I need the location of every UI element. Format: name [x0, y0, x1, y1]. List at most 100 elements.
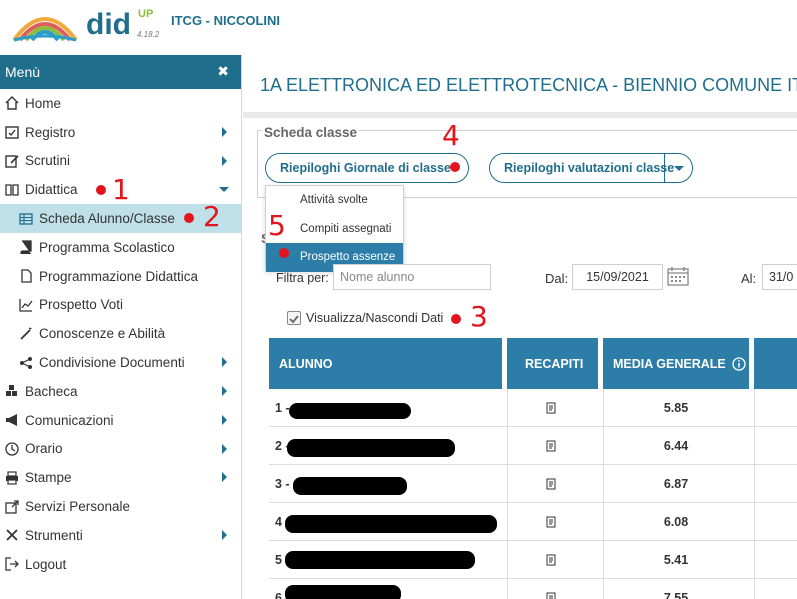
sidebar-item-registro[interactable]: Registro: [0, 118, 241, 147]
chevron-right-icon: [222, 443, 227, 454]
annotation-number-1: 1: [112, 173, 130, 206]
annotation-dot: [450, 162, 460, 172]
header-divider: [749, 338, 754, 389]
external-link-icon: [4, 499, 20, 515]
magic-wand-icon: [18, 326, 34, 342]
sidebar-item-label: Comunicazioni: [25, 412, 114, 428]
sidebar-item-home[interactable]: Home: [0, 89, 241, 118]
chevron-right-icon: [222, 529, 227, 540]
sidebar-item-condivisione-documenti[interactable]: Condivisione Documenti: [0, 348, 241, 377]
annotation-dot: [96, 185, 106, 195]
student-name-input[interactable]: [333, 264, 491, 290]
sidebar-item-stampe[interactable]: Stampe: [0, 463, 241, 492]
sidebar-item-label: Home: [25, 95, 62, 111]
dropdown-toggle[interactable]: [664, 154, 692, 182]
cell-divider: [754, 579, 755, 599]
annotation-number-3: 3: [470, 300, 488, 333]
sidebar-item-scrutini[interactable]: Scrutini: [0, 147, 241, 176]
sidebar-item-label: Programmazione Didattica: [39, 268, 199, 284]
sidebar-item-conoscenze-abilita[interactable]: Conoscenze e Abilità: [0, 319, 241, 348]
sidebar-item-servizi-personale[interactable]: Servizi Personale: [0, 492, 241, 521]
tools-icon: [4, 527, 20, 543]
table-row[interactable]: 2 - 6.44: [269, 427, 797, 465]
riepiloghi-valutazioni-button[interactable]: Riepiloghi valutazioni classe: [489, 153, 693, 183]
al-date-input[interactable]: 31/0: [762, 264, 797, 290]
cell-divider: [603, 579, 604, 599]
dropdown-item-compiti-assegnati[interactable]: Compiti assegnati: [266, 215, 403, 244]
cell-divider: [603, 389, 604, 427]
table-row[interactable]: 4 - 6.08: [269, 503, 797, 541]
table-row[interactable]: 1 - 5.85: [269, 389, 797, 427]
cell-divider: [507, 579, 508, 599]
sidebar-item-label: Strumenti: [25, 527, 83, 543]
annotation-dot: [279, 248, 289, 258]
calendar-icon[interactable]: [667, 266, 689, 291]
contacts-icon[interactable]: [546, 516, 556, 528]
calendar-check-icon: [4, 124, 20, 140]
info-icon[interactable]: [732, 357, 746, 374]
contacts-icon[interactable]: [546, 478, 556, 490]
sidebar: Menù ✖ Home Registro Scrutini Didattica …: [0, 55, 242, 599]
cell-divider: [754, 389, 755, 427]
riepiloghi-giornale-button[interactable]: Riepiloghi Giornale di classe: [265, 153, 469, 183]
col-header-recapiti[interactable]: RECAPITI: [525, 338, 583, 389]
home-icon: [4, 95, 20, 111]
sidebar-item-strumenti[interactable]: Strumenti: [0, 521, 241, 550]
row-number: 3 -: [275, 477, 290, 491]
contacts-icon[interactable]: [546, 402, 556, 414]
contacts-icon[interactable]: [546, 554, 556, 566]
dal-date-input[interactable]: 15/09/2021: [572, 264, 663, 290]
edit-icon: [4, 153, 20, 169]
cell-divider: [507, 503, 508, 541]
button-label: Riepiloghi Giornale di classe: [280, 161, 451, 175]
sidebar-item-label: Logout: [25, 556, 67, 572]
cell-divider: [603, 541, 604, 579]
chevron-right-icon: [222, 126, 227, 137]
contacts-icon[interactable]: [546, 440, 556, 452]
sidebar-item-label: Conoscenze e Abilità: [39, 326, 166, 342]
col-header-media-generale[interactable]: MEDIA GENERALE: [613, 338, 726, 389]
sidebar-item-programma-scolastico[interactable]: Programma Scolastico: [0, 233, 241, 262]
table-row[interactable]: 3 - 6.87: [269, 465, 797, 503]
sidebar-item-prospetto-voti[interactable]: Prospetto Voti: [0, 291, 241, 320]
checkmark-icon: [289, 315, 299, 324]
sidebar-item-comunicazioni[interactable]: Comunicazioni: [0, 406, 241, 435]
redacted-name: [285, 551, 475, 569]
button-label: Riepiloghi valutazioni classe: [504, 161, 675, 175]
app-brand: did: [86, 8, 131, 41]
close-menu-icon[interactable]: ✖: [217, 63, 229, 80]
chevron-right-icon: [222, 472, 227, 483]
table-header: ALUNNO RECAPITI MEDIA GENERALE: [269, 338, 797, 389]
fieldset-legend: Scheda classe: [262, 125, 360, 140]
redacted-name: [285, 515, 497, 533]
sidebar-item-bacheca[interactable]: Bacheca: [0, 377, 241, 406]
sidebar-item-orario[interactable]: Orario: [0, 435, 241, 464]
cell-divider: [507, 427, 508, 465]
redacted-name: [289, 403, 411, 419]
cell-divider: [603, 503, 604, 541]
table-row[interactable]: 5 - 5.41: [269, 541, 797, 579]
cell-divider: [754, 503, 755, 541]
dropdown-item-attivita-svolte[interactable]: Attività svolte: [266, 186, 403, 215]
sidebar-item-label: Stampe: [25, 470, 72, 486]
annotation-dot: [451, 314, 461, 324]
cell-divider: [754, 465, 755, 503]
students-table: ALUNNO RECAPITI MEDIA GENERALE 1 - 5.85 …: [269, 338, 797, 599]
sidebar-item-label: Servizi Personale: [25, 499, 131, 515]
toggle-data-checkbox[interactable]: [287, 311, 301, 325]
cell-divider: [754, 541, 755, 579]
app-version: 4.18.2: [137, 30, 160, 39]
sidebar-item-programmazione-didattica[interactable]: Programmazione Didattica: [0, 262, 241, 291]
page-title: 1A ELETTRONICA ED ELETTROTECNICA - BIENN…: [260, 75, 797, 95]
annotation-dot: [184, 213, 194, 223]
chevron-right-icon: [222, 155, 227, 166]
contacts-icon[interactable]: [546, 592, 556, 599]
sidebar-item-label: Didattica: [25, 182, 78, 198]
media-generale-value: 7.55: [663, 591, 689, 599]
chevron-right-icon: [222, 385, 227, 396]
col-header-alunno[interactable]: ALUNNO: [279, 338, 332, 389]
sidebar-item-logout[interactable]: Logout: [0, 550, 241, 579]
filter-label: Filtra per:: [276, 271, 329, 285]
book-solid-icon: [18, 239, 34, 255]
table-row[interactable]: 6 - 7.55: [269, 579, 797, 599]
